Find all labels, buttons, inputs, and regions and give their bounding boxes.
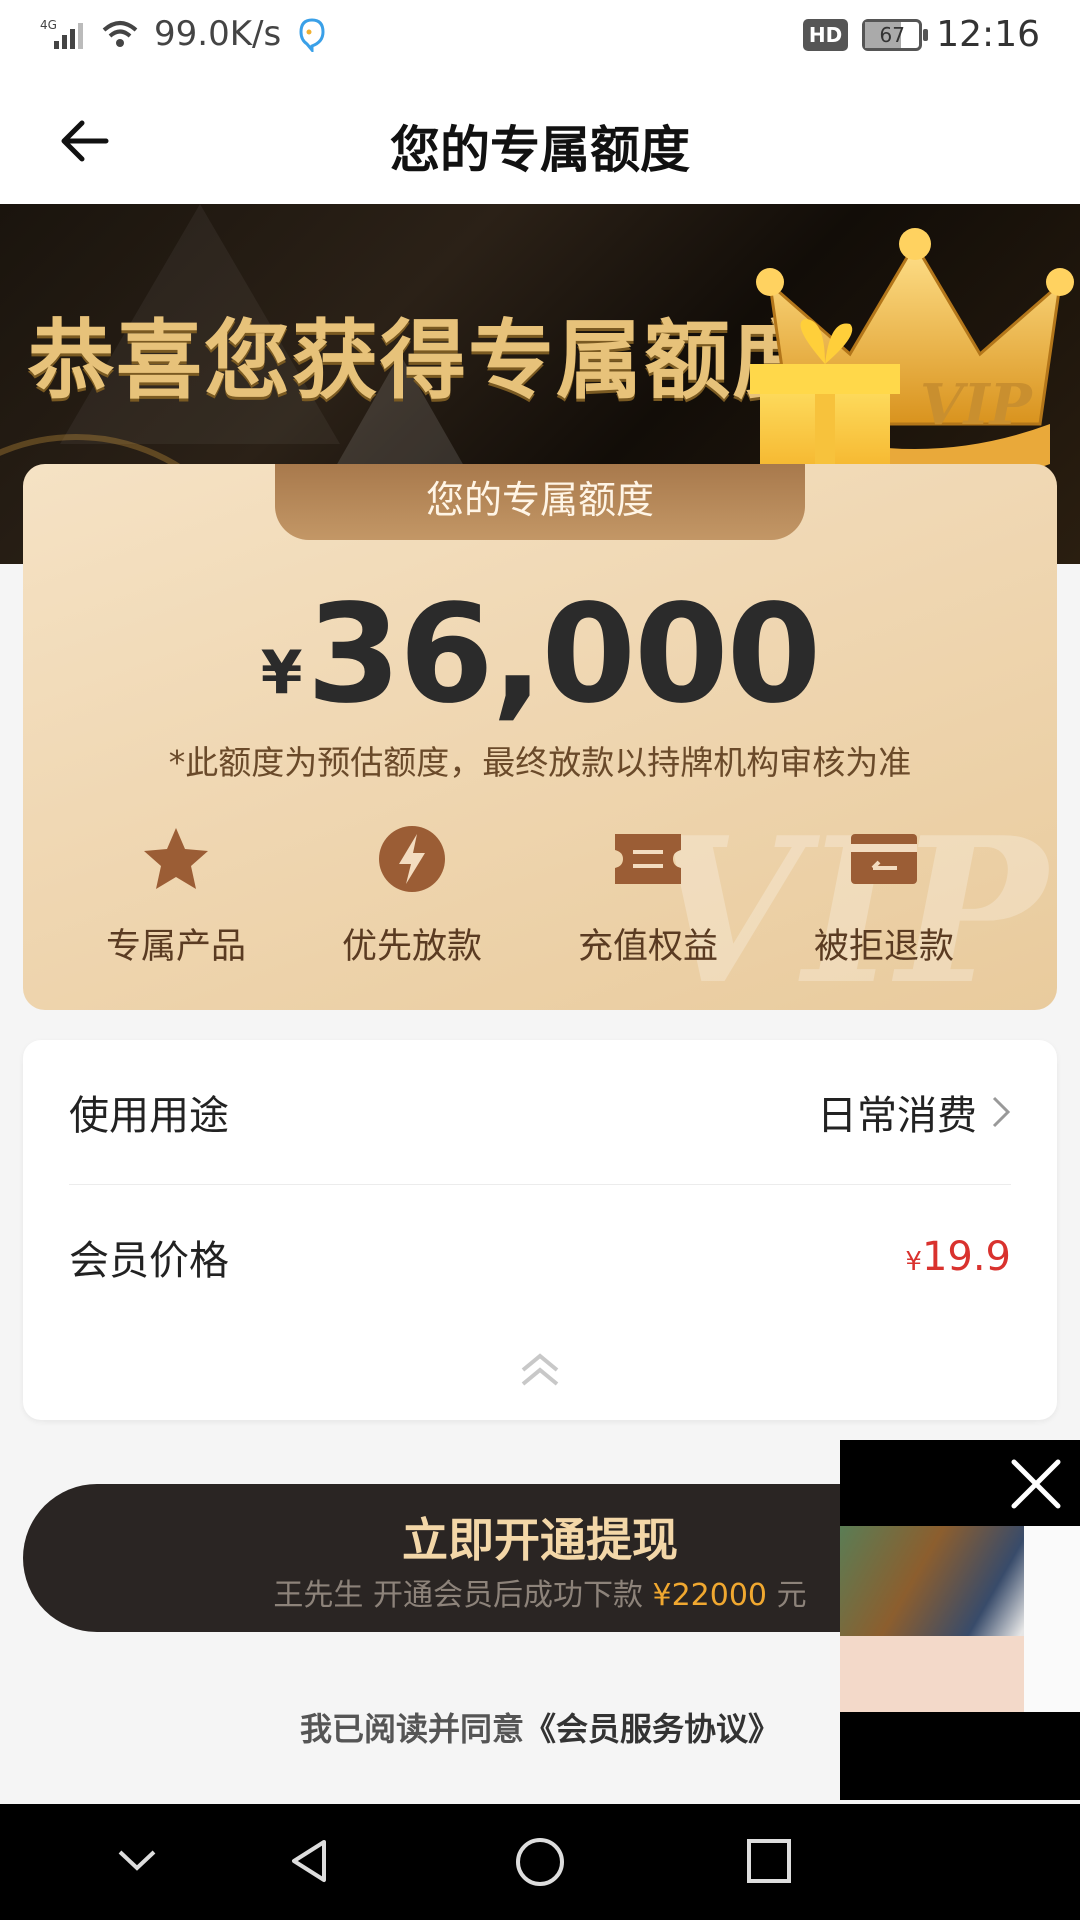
quota-card: VIP 您的专属额度 ¥36,000 *此额度为预估额度，最终放款以持牌机构审核… — [23, 464, 1057, 1010]
collapse-down-icon[interactable] — [112, 1836, 162, 1886]
cellular-signal-icon: 4G — [40, 18, 83, 49]
svg-text:VIP: VIP — [920, 372, 1034, 438]
quota-tab-label: 您的专属额度 — [275, 464, 805, 540]
nav-bar: 您的专属额度 — [0, 76, 1080, 204]
usage-label: 使用用途 — [69, 1093, 229, 1139]
benefit-priority-loan[interactable]: 优先放款 — [294, 822, 530, 969]
page-title: 您的专属额度 — [390, 121, 690, 179]
price-currency: ¥ — [905, 1247, 922, 1277]
nav-recents-icon[interactable] — [744, 1836, 794, 1886]
star-icon — [144, 828, 208, 889]
battery-icon: 67 — [862, 18, 929, 51]
agreement-prefix: 我已阅读并同意 — [299, 1710, 524, 1748]
cta-sub-amount: ¥22000 — [652, 1578, 768, 1613]
hd-badge: HD — [802, 18, 849, 51]
usage-selector[interactable]: 日常消费 — [817, 1083, 1011, 1141]
wifi-icon — [102, 21, 138, 47]
cta-sub-suffix: 元 — [767, 1578, 807, 1613]
benefit-recharge-rights[interactable]: 充值权益 — [530, 822, 766, 969]
assistant-app-icon — [299, 18, 325, 52]
nav-home-icon[interactable] — [514, 1836, 566, 1888]
benefit-label: 被拒退款 — [813, 927, 954, 967]
amount-value: 36,000 — [306, 576, 821, 734]
price-value: 19.9 — [921, 1234, 1011, 1280]
benefit-label: 优先放款 — [341, 927, 482, 967]
video-thumbnail[interactable] — [840, 1526, 1080, 1712]
price-row: 会员价格 ¥19.9 — [69, 1185, 1011, 1329]
banner-headline: 恭喜您获得专属额度 — [28, 311, 820, 411]
benefit-exclusive-product[interactable]: 专属产品 — [58, 822, 294, 969]
cta-sub-prefix: 王先生 开通会员后成功下款 — [273, 1578, 653, 1613]
close-icon[interactable] — [1008, 1456, 1064, 1512]
network-speed: 99.0K/s — [154, 14, 282, 54]
system-nav-bar — [0, 1804, 1080, 1920]
currency-symbol: ¥ — [260, 638, 303, 708]
lightning-icon — [379, 826, 445, 892]
membership-info-card: 使用用途 日常消费 会员价格 ¥19.9 — [23, 1040, 1057, 1420]
chevron-right-icon — [992, 1096, 1011, 1128]
nav-back-icon[interactable] — [284, 1836, 334, 1886]
price-label: 会员价格 — [69, 1238, 229, 1284]
usage-row[interactable]: 使用用途 日常消费 — [69, 1040, 1011, 1185]
benefit-label: 专属产品 — [105, 927, 246, 967]
member-price: ¥19.9 — [905, 1234, 1011, 1280]
ticket-icon — [615, 834, 681, 884]
status-bar: 4G 99.0K/s HD 67 12:16 — [0, 0, 1080, 76]
clock: 12:16 — [936, 14, 1040, 55]
benefits-row: 专属产品 优先放款 充值权益 被拒退款 — [23, 822, 1057, 969]
membership-agreement-link[interactable]: 《会员服务协议》 — [524, 1710, 780, 1748]
card-refund-icon — [851, 834, 917, 884]
status-left: 4G 99.0K/s — [40, 14, 327, 54]
floating-video-ad[interactable] — [840, 1440, 1080, 1800]
quota-amount: ¥36,000 — [23, 576, 1057, 734]
usage-value: 日常消费 — [817, 1093, 977, 1139]
benefit-rejection-refund[interactable]: 被拒退款 — [766, 822, 1002, 969]
status-right: HD 67 12:16 — [802, 14, 1040, 55]
svg-text:4G: 4G — [40, 18, 57, 32]
double-chevron-up-icon[interactable] — [515, 1350, 565, 1390]
quota-note: *此额度为预估额度，最终放款以持牌机构审核为准 — [168, 743, 912, 782]
battery-level: 67 — [879, 22, 905, 47]
benefit-label: 充值权益 — [577, 927, 718, 967]
